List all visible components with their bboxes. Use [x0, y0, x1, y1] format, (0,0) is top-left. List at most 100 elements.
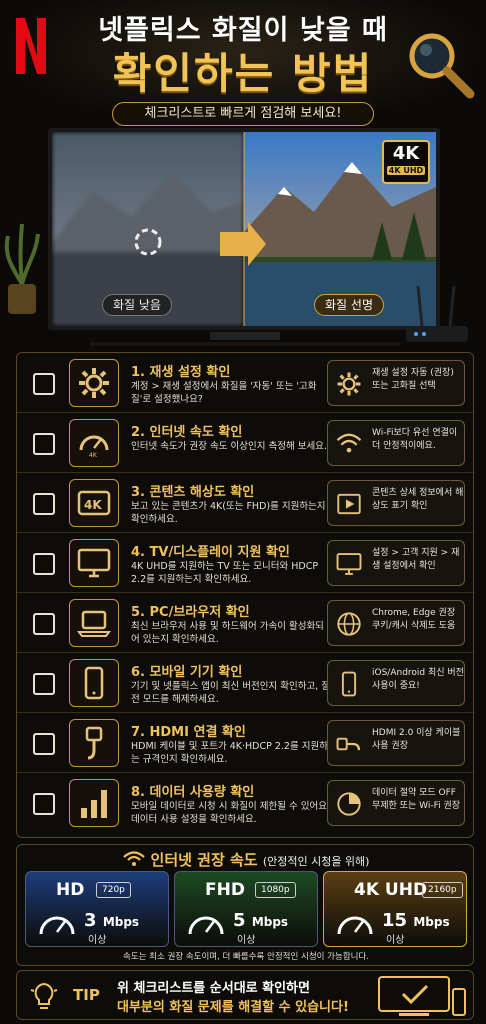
laptop-icon-tile: [69, 599, 119, 647]
hdmi-icon-tile: [69, 719, 119, 767]
tip-label: TIP: [73, 986, 100, 1004]
checkbox[interactable]: [33, 673, 55, 695]
check-tip: 데이터 절약 모드 OFF 무제한 또는 Wi-Fi 권장: [327, 780, 465, 826]
speed-card-name: FHD: [205, 880, 245, 900]
bar-chart-icon-tile: [69, 779, 119, 827]
subtitle-badge: 체크리스트로 빠르게 점검해 보세요!: [112, 102, 374, 126]
speed-value: 15: [382, 910, 408, 931]
lightbulb-icon: [30, 982, 58, 1009]
speed-note: 속도는 최소 권장 속도이며, 더 빠를수록 안정적인 시청이 가능합니다.: [123, 952, 369, 962]
speed-unit: Mbps: [102, 915, 140, 929]
checklist-row: 7. HDMI 연결 확인 HDMI 케이블 및 포트가 4K·HDCP 2.2를…: [17, 713, 475, 773]
low-quality-label: 화질 낮음: [102, 294, 172, 316]
phone-icon: [84, 666, 104, 700]
check-tip: Wi-Fi보다 유선 연결이 더 안정적이에요.: [327, 420, 465, 466]
speed-card-suffix: 이상: [88, 935, 107, 946]
svg-text:4K: 4K: [89, 452, 98, 459]
header: 넷플릭스 화질이 낮을 때 확인하는 방법 체크리스트로 빠르게 점검해 보세요…: [0, 0, 486, 128]
check-tip-text: HDMI 2.0 이상 케이블 사용 권장: [372, 728, 461, 751]
film-icon: [337, 493, 361, 515]
speed-card-value: 15 Mbps: [382, 910, 450, 931]
checkbox[interactable]: [33, 613, 55, 635]
speed-title-text: 인터넷 권장 속도: [150, 851, 258, 869]
check-desc: HDMI 케이블 및 포트가 4K·HDCP 2.2를 지원하는 규격인지 확인…: [131, 741, 328, 765]
speedometer-icon: [188, 916, 224, 935]
plant-icon: [4, 223, 40, 314]
checkbox[interactable]: [33, 373, 55, 395]
phone-icon: [341, 671, 357, 697]
bar-chart-icon: [81, 790, 107, 818]
check-tip-text: 데이터 절약 모드 OFF 무제한 또는 Wi-Fi 권장: [372, 788, 461, 811]
4k-badge-icon: 4K: [77, 490, 111, 516]
speed-section: 인터넷 권장 속도 (안정적인 시청을 위해) HD 720p 3 Mbps 이상 FH…: [16, 844, 474, 966]
check-title: 8. 데이터 사용량 확인: [131, 785, 255, 800]
speed-card-suffix: 이상: [386, 935, 405, 946]
laptop-icon: [77, 610, 111, 637]
check-tip: HDMI 2.0 이상 케이블 사용 권장: [327, 720, 465, 766]
monitor-icon: [336, 553, 362, 575]
check-title: 6. 모바일 기기 확인: [131, 665, 243, 680]
gear-icon-tile: [69, 359, 119, 407]
4k-uhd-badge: 4K 4K UHD: [382, 140, 430, 184]
checklist-row: 4K 2. 인터넷 속도 확인 인터넷 속도가 권장 속도 이상인지 측정해 보세요…: [17, 413, 475, 473]
speed-card-value: 5 Mbps: [233, 910, 288, 931]
4k-badge-icon-tile: 4K: [69, 479, 119, 527]
check-title: 4. TV/디스플레이 지원 확인: [131, 545, 290, 560]
speed-unit: Mbps: [413, 915, 450, 929]
tv-stand: [90, 332, 400, 346]
checklist-row: 4. TV/디스플레이 지원 확인 4K UHD를 지원하는 TV 또는 모니터와…: [17, 533, 475, 593]
speed-card-name: 4K UHD: [354, 880, 428, 900]
checkbox[interactable]: [33, 433, 55, 455]
checkbox[interactable]: [33, 793, 55, 815]
checkbox[interactable]: [33, 493, 55, 515]
check-desc: 기기 및 넷플릭스 앱이 최신 버전인지 확인하고, 절전 모드를 해제하세요.: [131, 681, 330, 705]
check-title: 7. HDMI 연결 확인: [131, 725, 246, 740]
check-tip: 설정 > 고객 지원 > 재생 설정에서 확인: [327, 540, 465, 586]
speed-card: 4K UHD 2160p 15 Mbps 이상: [323, 871, 467, 947]
check-title: 5. PC/브라우저 확인: [131, 605, 250, 620]
phone-icon-tile: [69, 659, 119, 707]
checkbox[interactable]: [33, 733, 55, 755]
check-desc: 모바일 데이터로 시청 시 화질이 제한될 수 있어요. 데이터 사용 설정을 …: [131, 801, 330, 825]
speed-card-res: 720p: [96, 882, 131, 898]
badge-main: 4K: [392, 143, 420, 164]
checklist: 1. 재생 설정 확인 계정 > 재생 설정에서 화질을 '자동' 또는 '고화질…: [16, 352, 475, 838]
checklist-row: 6. 모바일 기기 확인 기기 및 넷플릭스 앱이 최신 버전인지 확인하고, 절…: [17, 653, 475, 713]
monitor-icon-tile: [69, 539, 119, 587]
wifi-icon: [336, 433, 362, 453]
router-icon: [406, 285, 468, 342]
speed-card: HD 720p 3 Mbps 이상: [25, 871, 169, 947]
check-tip: iOS/Android 최신 버전 사용이 중요!: [327, 660, 465, 706]
cable-icon: [336, 737, 361, 751]
monitor-icon: [77, 548, 111, 578]
svg-text:4K: 4K: [84, 498, 102, 512]
speed-card: FHD 1080p 5 Mbps 이상: [174, 871, 318, 947]
high-quality-label: 화질 선명: [314, 294, 384, 316]
speedometer-icon: 4K: [79, 435, 109, 459]
speedometer-icon: [39, 916, 75, 935]
checklist-row: 1. 재생 설정 확인 계정 > 재생 설정에서 화질을 '자동' 또는 '고화질…: [17, 353, 475, 413]
tv-screen: 4K 4K UHD 화질 낮음 화질 선명: [52, 132, 436, 326]
check-title: 1. 재생 설정 확인: [131, 365, 231, 380]
speed-value: 5: [233, 910, 246, 931]
check-desc: 최신 브라우저 사용 및 하드웨어 가속이 활성화되어 있는지 확인하세요.: [131, 621, 324, 645]
checklist-row: 5. PC/브라우저 확인 최신 브라우저 사용 및 하드웨어 가속이 활성화되어…: [17, 593, 475, 653]
speed-card-suffix: 이상: [237, 935, 256, 946]
check-tip-text: Wi-Fi보다 유선 연결이 더 안정적이에요.: [372, 428, 458, 451]
speed-title-note: (안정적인 시청을 위해): [262, 855, 370, 868]
check-tip: Chrome, Edge 권장 쿠키/캐시 삭제도 도움: [327, 600, 465, 646]
check-tip: 재생 설정 자동 (권장) 또는 고화질 선택: [327, 360, 465, 406]
speed-card-res: 2160p: [422, 882, 463, 898]
check-tip-text: Chrome, Edge 권장 쿠키/캐시 삭제도 도움: [372, 608, 456, 631]
check-desc: 4K UHD를 지원하는 TV 또는 모니터와 HDCP 2.2를 지원하는지 …: [131, 561, 319, 585]
speed-unit: Mbps: [251, 915, 289, 929]
check-tip-text: 콘텐츠 상세 정보에서 해상도 표기 확인: [372, 488, 464, 511]
gear-icon: [79, 368, 109, 398]
check-tip-text: iOS/Android 최신 버전 사용이 중요!: [372, 668, 464, 691]
check-desc: 인터넷 속도가 권장 속도 이상인지 측정해 보세요.: [131, 441, 327, 452]
checkbox[interactable]: [33, 553, 55, 575]
hdmi-icon: [85, 726, 103, 760]
check-tip-text: 재생 설정 자동 (권장) 또는 고화질 선택: [372, 368, 454, 391]
devices-check-icon: [378, 976, 466, 1016]
check-desc: 계정 > 재생 설정에서 화질을 '자동' 또는 '고화질'로 설정했나요?: [131, 381, 317, 405]
